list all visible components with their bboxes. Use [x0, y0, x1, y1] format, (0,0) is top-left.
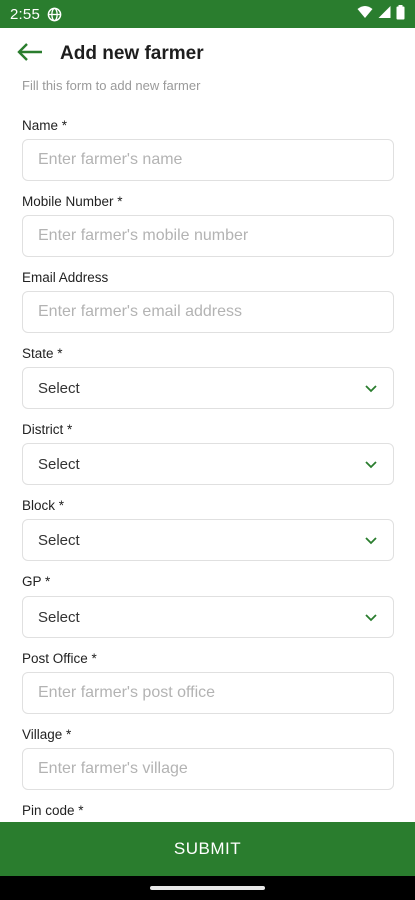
submit-button[interactable]: SUBMIT — [0, 822, 415, 876]
name-label: Name * — [22, 118, 68, 133]
name-field-box — [22, 139, 394, 181]
signal-icon — [378, 5, 391, 23]
district-select[interactable]: Select — [22, 443, 394, 485]
post-office-label: Post Office * — [22, 651, 97, 666]
chevron-down-icon — [364, 610, 378, 624]
back-button[interactable] — [14, 38, 46, 70]
system-nav-bar — [0, 876, 415, 900]
status-bar: 2:55 — [0, 0, 415, 28]
state-select[interactable]: Select — [22, 367, 394, 409]
email-input[interactable] — [38, 292, 378, 332]
block-select-value: Select — [38, 531, 80, 549]
page-subtitle: Fill this form to add new farmer — [22, 78, 201, 93]
globe-icon — [47, 7, 62, 22]
email-label: Email Address — [22, 270, 109, 285]
home-handle[interactable] — [150, 886, 265, 890]
gp-label: GP * — [22, 574, 51, 589]
chevron-down-icon — [364, 457, 378, 471]
status-time: 2:55 — [10, 5, 40, 23]
pin-code-label: Pin code * — [22, 803, 84, 818]
gp-select-value: Select — [38, 608, 80, 626]
wifi-icon — [357, 5, 373, 23]
block-select[interactable]: Select — [22, 519, 394, 561]
name-input[interactable] — [38, 140, 378, 180]
chevron-down-icon — [364, 381, 378, 395]
post-office-input[interactable] — [38, 673, 378, 713]
mobile-input[interactable] — [38, 216, 378, 256]
back-arrow-icon — [16, 42, 44, 67]
village-field-box — [22, 748, 394, 790]
chevron-down-icon — [364, 533, 378, 547]
village-label: Village * — [22, 727, 72, 742]
mobile-label: Mobile Number * — [22, 194, 123, 209]
gp-select[interactable]: Select — [22, 596, 394, 638]
village-input[interactable] — [38, 749, 378, 789]
state-label: State * — [22, 346, 63, 361]
battery-icon — [396, 4, 405, 24]
email-field-box — [22, 291, 394, 333]
state-select-value: Select — [38, 379, 80, 397]
post-office-field-box — [22, 672, 394, 714]
district-select-value: Select — [38, 455, 80, 473]
mobile-field-box — [22, 215, 394, 257]
app-header: Add new farmer — [0, 28, 415, 80]
page-title: Add new farmer — [60, 43, 204, 64]
block-label: Block * — [22, 498, 65, 513]
district-label: District * — [22, 422, 73, 437]
